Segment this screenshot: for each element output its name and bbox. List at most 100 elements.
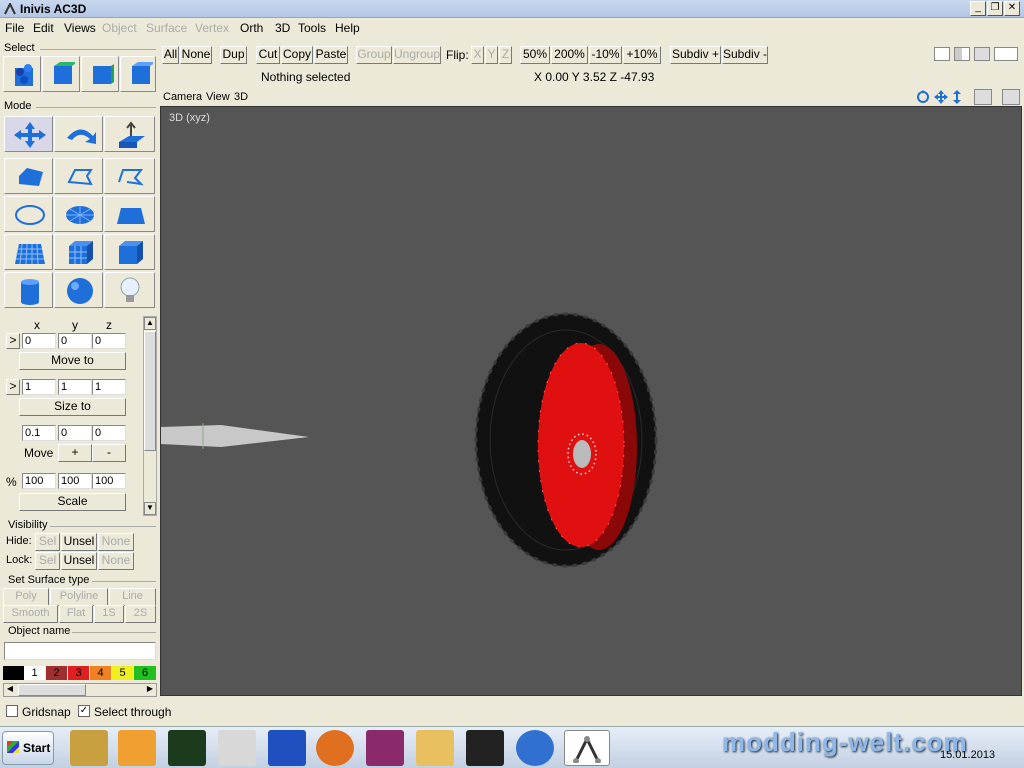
flip-z-button[interactable]: Z <box>499 46 512 64</box>
zoom-camera-icon[interactable] <box>951 89 963 105</box>
lock-none-button[interactable]: None <box>98 552 134 570</box>
menu-surface[interactable]: Surface <box>146 21 187 35</box>
size-y-input[interactable]: 1 <box>58 379 92 395</box>
color-swatch-black[interactable] <box>3 666 24 680</box>
scroll-down-arrow-icon[interactable]: ▼ <box>144 502 156 515</box>
extrude-mode-button[interactable] <box>104 116 155 152</box>
surface-line-button[interactable]: Line <box>109 588 156 606</box>
scene-canvas[interactable] <box>161 107 1021 695</box>
sphere-tool-button[interactable] <box>54 272 103 308</box>
color-swatch-6[interactable]: 6 <box>134 666 156 680</box>
transform-scrollbar[interactable]: ▲ ▼ <box>143 316 157 516</box>
scroll-up-arrow-icon[interactable]: ▲ <box>144 317 156 330</box>
select-object-mode-button[interactable] <box>42 56 80 92</box>
move-to-button[interactable]: Move to <box>19 352 126 370</box>
surface-polyline-button[interactable]: Polyline <box>50 588 108 606</box>
subdiv-minus-button[interactable]: Subdiv - <box>722 46 768 64</box>
menu-object[interactable]: Object <box>102 21 137 35</box>
rotate-mode-button[interactable] <box>54 116 103 152</box>
position-x-input[interactable]: 0 <box>22 333 56 349</box>
menu-edit[interactable]: Edit <box>33 21 54 35</box>
polyline-tool-button[interactable] <box>54 158 103 194</box>
viewport-maximize-icon[interactable] <box>1002 89 1020 105</box>
minimize-button[interactable]: _ <box>970 1 986 16</box>
taskbar-app-logo-icon[interactable] <box>218 730 256 766</box>
box-tool-button[interactable] <box>104 234 155 270</box>
taskbar-explorer-icon[interactable] <box>416 730 454 766</box>
surface-1s-button[interactable]: 1S <box>94 605 124 623</box>
subdiv-plus-button[interactable]: Subdiv + <box>670 46 721 64</box>
menu-3d[interactable]: 3D <box>275 21 290 35</box>
select-all-button[interactable]: All <box>162 46 179 64</box>
line-tool-button[interactable] <box>104 158 155 194</box>
layout-single-icon[interactable] <box>934 47 950 61</box>
zoom-50-button[interactable]: 50% <box>520 46 550 64</box>
scroll-thumb[interactable] <box>144 331 156 451</box>
hide-sel-button[interactable]: Sel <box>35 533 60 551</box>
position-y-input[interactable]: 0 <box>58 333 92 349</box>
light-tool-button[interactable] <box>104 272 155 308</box>
select-through-checkbox[interactable]: ✓ <box>78 705 90 717</box>
move-plus-button[interactable]: + <box>58 444 92 462</box>
scale-button[interactable]: Scale <box>19 493 126 511</box>
menu-orth[interactable]: Orth <box>240 21 263 35</box>
surface-poly-button[interactable]: Poly <box>3 588 49 606</box>
ungroup-button[interactable]: Ungroup <box>393 46 441 64</box>
taskbar-app-s-icon[interactable] <box>268 730 306 766</box>
viewport-menu-3d[interactable]: 3D <box>234 91 248 103</box>
taskbar-firefox-icon[interactable] <box>316 730 354 766</box>
3d-viewport[interactable]: 3D (xyz) <box>160 106 1022 696</box>
object-name-input[interactable] <box>4 642 156 660</box>
menu-file[interactable]: File <box>5 21 24 35</box>
size-expand-button[interactable]: > <box>6 379 20 395</box>
scroll-left-arrow-icon[interactable]: ◀ <box>4 684 16 696</box>
flip-y-button[interactable]: Y <box>485 46 498 64</box>
disk-tool-button[interactable] <box>54 196 103 232</box>
flip-x-button[interactable]: X <box>471 46 484 64</box>
color-swatch-1[interactable]: 1 <box>24 666 45 680</box>
zoom-200-button[interactable]: 200% <box>551 46 588 64</box>
layout-split-icon[interactable] <box>954 47 970 61</box>
polygon-tool-button[interactable] <box>4 158 53 194</box>
taskbar-media-player-icon[interactable] <box>118 730 156 766</box>
hide-unsel-button[interactable]: Unsel <box>61 533 97 551</box>
pan-camera-icon[interactable] <box>933 89 949 105</box>
color-swatch-2[interactable]: 2 <box>46 666 67 680</box>
group-button[interactable]: Group <box>356 46 392 64</box>
rectangle-tool-button[interactable] <box>104 196 155 232</box>
mesh-tool-button[interactable] <box>4 234 53 270</box>
size-z-input[interactable]: 1 <box>92 379 126 395</box>
lock-sel-button[interactable]: Sel <box>35 552 60 570</box>
menu-help[interactable]: Help <box>335 21 360 35</box>
position-z-input[interactable]: 0 <box>92 333 126 349</box>
taskbar-ac3d-icon[interactable] <box>564 730 610 766</box>
position-expand-button[interactable]: > <box>6 333 20 349</box>
move-minus-button[interactable]: - <box>92 444 126 462</box>
select-vertex-mode-button[interactable] <box>3 56 41 92</box>
plane-object[interactable] <box>161 425 309 447</box>
move-step-z-input[interactable]: 0 <box>92 425 126 441</box>
scale-x-input[interactable]: 100 <box>22 473 56 489</box>
wheel-object[interactable] <box>474 312 658 568</box>
zoom-plus10-button[interactable]: +10% <box>623 46 661 64</box>
menu-tools[interactable]: Tools <box>298 21 326 35</box>
taskbar-app-star-icon[interactable] <box>70 730 108 766</box>
orbit-camera-icon[interactable] <box>915 89 931 105</box>
move-mode-button[interactable] <box>4 116 53 152</box>
menu-views[interactable]: Views <box>64 21 96 35</box>
surface-flat-button[interactable]: Flat <box>59 605 93 623</box>
taskbar-winrar-icon[interactable] <box>366 730 404 766</box>
taskbar-app-4-icon[interactable] <box>168 730 206 766</box>
lock-unsel-button[interactable]: Unsel <box>61 552 97 570</box>
zoom-minus10-button[interactable]: -10% <box>589 46 622 64</box>
start-button[interactable]: Start <box>2 731 54 765</box>
box-mesh-tool-button[interactable] <box>54 234 103 270</box>
color-swatch-5[interactable]: 5 <box>112 666 133 680</box>
cut-button[interactable]: Cut <box>256 46 280 64</box>
restore-button[interactable]: ❐ <box>987 1 1003 16</box>
move-step-x-input[interactable]: 0.1 <box>22 425 56 441</box>
menu-vertex[interactable]: Vertex <box>195 21 229 35</box>
scale-z-input[interactable]: 100 <box>92 473 126 489</box>
palette-scroll-thumb[interactable] <box>18 684 86 696</box>
cylinder-tool-button[interactable] <box>4 272 53 308</box>
